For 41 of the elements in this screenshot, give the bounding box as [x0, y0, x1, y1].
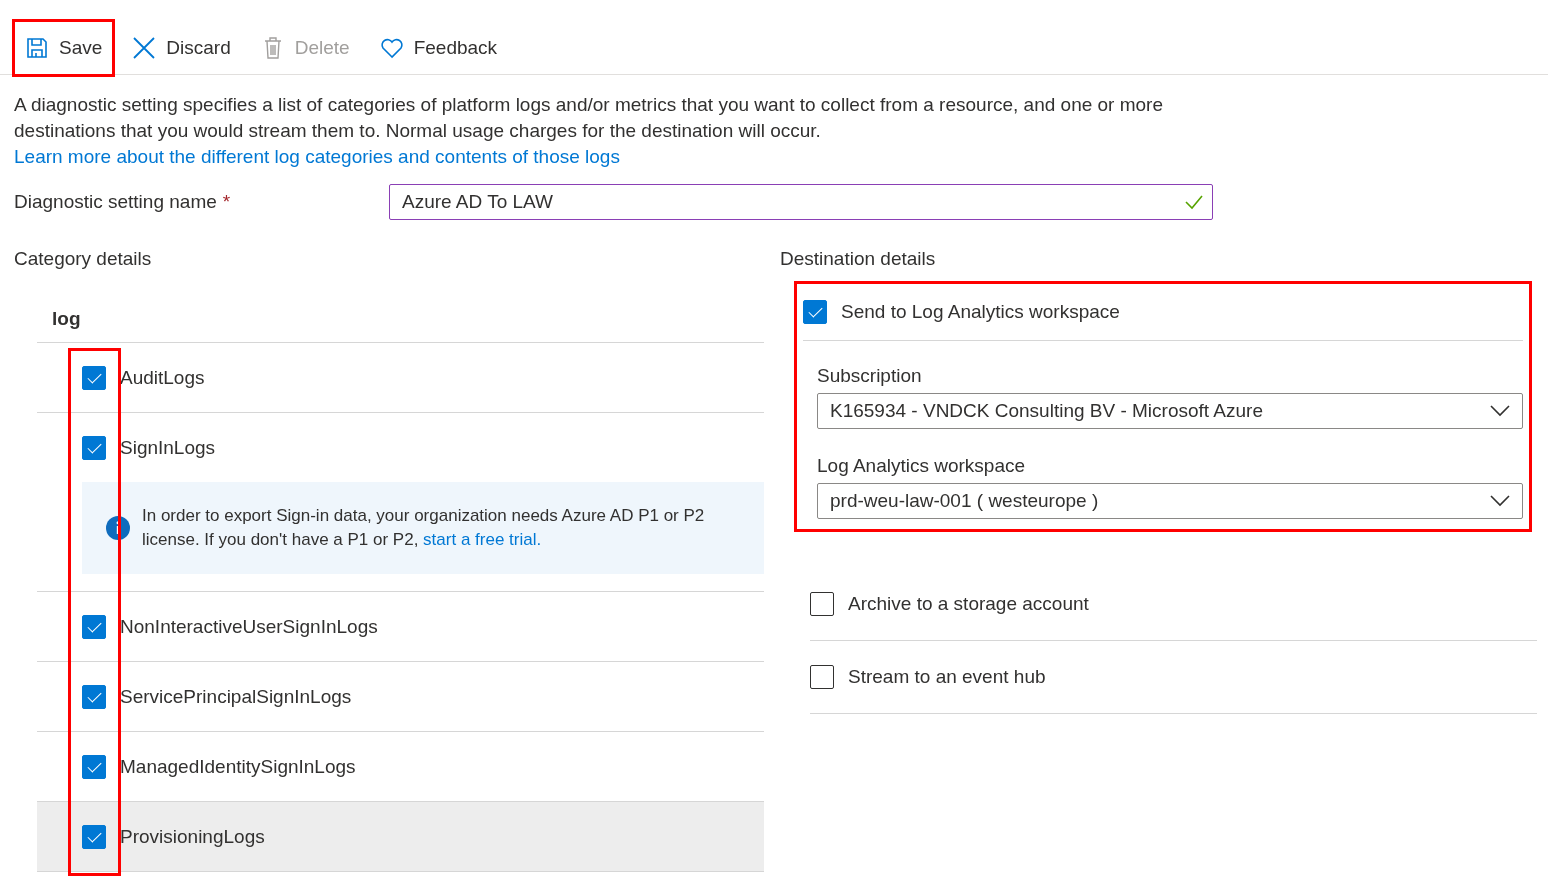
field-label: Subscription [817, 365, 923, 387]
feedback-button[interactable]: Feedback [366, 19, 511, 77]
checkbox[interactable] [810, 592, 834, 616]
log-category-label: ServicePrincipalSignInLogs [120, 685, 352, 708]
log-category-label: SignInLogs [120, 436, 216, 459]
log-category-label: AuditLogs [120, 366, 205, 389]
required-mark: * [222, 191, 231, 212]
checkbox[interactable] [82, 824, 106, 849]
log-category-label: NonInteractiveUserSignInLogs [120, 615, 378, 638]
notice-text: In order to export Sign-in data, your organization needs Azure AD P1 or P2 license. If you don't have a P1 or P2, start a free trial. [142, 505, 706, 551]
section-title: Destination details [780, 248, 937, 271]
checkbox[interactable] [82, 365, 106, 390]
description-text: A diagnostic setting specifies a list of categories of platform logs and/or metrics that you want to collect from a resource, and one or more destinations that you would stream them to. Normal usage charges for the destination will occur. Learn more about the different log categories and contents of those logs [14, 93, 1164, 169]
chevron-down-icon [1490, 405, 1510, 417]
name-field[interactable]: Azure AD To LAW [389, 184, 1213, 220]
field-label: Diagnostic setting name * [14, 191, 232, 213]
destination-label: Stream to an event hub [848, 666, 1046, 688]
section-title: Category details [14, 248, 153, 271]
discard-button[interactable]: Discard [119, 19, 244, 77]
checkbox[interactable] [803, 300, 827, 324]
chevron-down-icon [1490, 495, 1510, 507]
checkbox[interactable] [810, 665, 834, 689]
destination-label: Send to Log Analytics workspace [841, 301, 1120, 323]
dropdown[interactable]: K165934 - VNDCK Consulting BV - Microsoft Azure [817, 393, 1523, 429]
field-label: Log Analytics workspace [817, 455, 1027, 477]
destination-label: Archive to a storage account [848, 593, 1089, 615]
close-icon [132, 36, 157, 60]
info-icon [106, 516, 130, 540]
log-category-label: ProvisioningLogs [120, 825, 265, 848]
checkbox[interactable] [82, 614, 106, 639]
learn-more-link[interactable]: Learn more about the different log categories and contents of those logs [14, 146, 620, 167]
free-trial-link[interactable]: start a free trial. [423, 530, 542, 549]
column-header: log [52, 308, 82, 331]
checkbox[interactable] [82, 754, 106, 779]
save-button[interactable]: Save [12, 19, 116, 77]
dropdown[interactable]: prd-weu-law-001 ( westeurope ) [817, 483, 1523, 519]
checkbox[interactable] [82, 684, 106, 709]
save-icon [25, 36, 49, 60]
checkbox[interactable] [82, 435, 106, 460]
heart-icon [379, 36, 404, 60]
log-category-label: ManagedIdentitySignInLogs [120, 755, 356, 778]
